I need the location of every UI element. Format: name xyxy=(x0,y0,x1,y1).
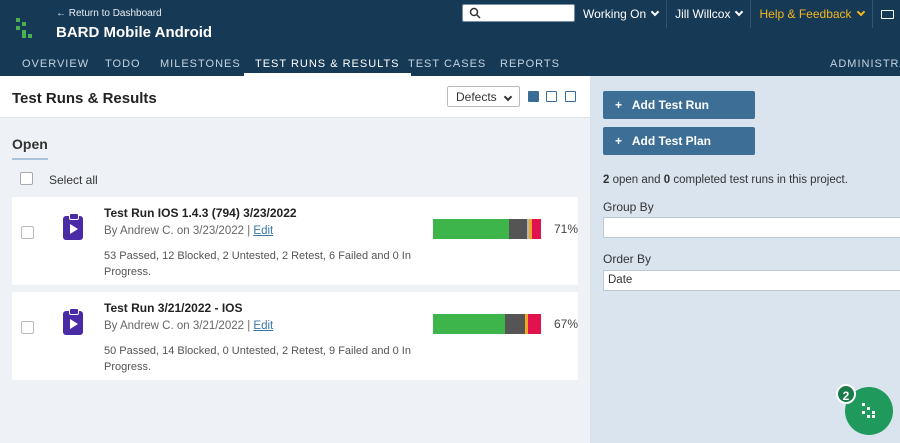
progress-segment-passed xyxy=(433,314,505,334)
messages-button[interactable] xyxy=(873,0,900,28)
test-run-edit-link[interactable]: Edit xyxy=(253,225,273,237)
page-title: Test Runs & Results xyxy=(12,90,157,107)
chat-logo-icon xyxy=(862,403,878,419)
test-run-icon xyxy=(63,308,83,335)
project-title: BARD Mobile Android xyxy=(56,24,213,41)
page-header: Test Runs & Results Defects xyxy=(0,76,590,118)
working-on-menu[interactable]: Working On xyxy=(575,0,668,28)
section-open-heading: Open xyxy=(12,136,48,160)
order-by-select[interactable]: Date xyxy=(603,270,900,291)
user-menu[interactable]: Jill Willcox xyxy=(667,0,752,28)
test-run-edit-link[interactable]: Edit xyxy=(253,320,273,332)
main-panel: Test Runs & Results Defects Open Select … xyxy=(0,76,590,443)
chevron-down-icon xyxy=(735,7,744,17)
test-run-summary: 50 Passed, 14 Blocked, 0 Untested, 2 Ret… xyxy=(104,345,411,373)
progress-segment-failed xyxy=(532,219,541,239)
progress-segment-blocked xyxy=(509,219,527,239)
test-run-author-date: By Andrew C. on 3/23/2022 xyxy=(104,225,245,237)
view-compact-icon[interactable] xyxy=(546,91,557,102)
defects-select[interactable]: Defects xyxy=(447,86,520,107)
user-name: Jill Willcox xyxy=(675,7,731,21)
chevron-down-icon xyxy=(650,7,660,17)
chevron-down-icon xyxy=(503,92,513,102)
add-test-run-button[interactable]: + Add Test Run xyxy=(603,91,755,119)
defects-select-value: Defects xyxy=(456,90,497,104)
tab-overview[interactable]: OVERVIEW xyxy=(22,52,89,76)
order-by-label: Order By xyxy=(603,252,652,266)
select-all-label[interactable]: Select all xyxy=(49,173,98,187)
progress-segment-failed xyxy=(528,314,541,334)
test-run-progress-bar xyxy=(433,314,541,334)
test-run-icon xyxy=(63,213,83,240)
plus-icon: + xyxy=(615,134,623,148)
test-run-row: Test Run 3/21/2022 - IOS By Andrew C. on… xyxy=(12,292,578,380)
testrail-logo-icon[interactable] xyxy=(16,18,36,38)
test-run-checkbox[interactable] xyxy=(21,226,34,239)
mail-icon xyxy=(880,9,894,19)
open-count: 2 xyxy=(603,174,610,186)
project-tabs: OVERVIEW TODO MILESTONES TEST RUNS & RES… xyxy=(0,52,900,76)
working-on-label: Working On xyxy=(583,7,647,21)
tab-test-runs-results[interactable]: TEST RUNS & RESULTS xyxy=(244,52,411,76)
test-run-percent: 67% xyxy=(554,317,579,331)
view-details-icon[interactable] xyxy=(565,91,576,102)
top-header: ← Return to Dashboard BARD Mobile Androi… xyxy=(0,0,900,52)
tab-reports[interactable]: REPORTS xyxy=(500,52,560,76)
progress-segment-passed xyxy=(433,219,510,239)
select-all-checkbox[interactable] xyxy=(20,172,33,185)
project-run-status: 2 open and 0 completed test runs in this… xyxy=(603,174,848,186)
test-run-author-date: By Andrew C. on 3/21/2022 xyxy=(104,320,245,332)
search-icon xyxy=(469,7,481,19)
tab-milestones[interactable]: MILESTONES xyxy=(160,52,241,76)
add-test-run-label: Add Test Run xyxy=(631,98,709,112)
status-text-open: open and xyxy=(612,174,661,186)
top-nav: Working On Jill Willcox Help & Feedback xyxy=(575,0,900,28)
chat-notification-badge: 2 xyxy=(836,384,856,404)
chevron-down-icon xyxy=(856,7,865,17)
tab-todo[interactable]: TODO xyxy=(105,52,141,76)
test-run-byline: By Andrew C. on 3/21/2022 | Edit xyxy=(104,320,274,332)
plus-icon: + xyxy=(615,98,623,112)
tab-test-cases[interactable]: TEST CASES xyxy=(408,52,486,76)
completed-count: 0 xyxy=(663,174,671,186)
test-run-summary: 53 Passed, 12 Blocked, 2 Untested, 2 Ret… xyxy=(104,250,411,278)
group-by-label: Group By xyxy=(603,200,654,214)
test-run-progress-bar xyxy=(433,219,541,239)
return-to-dashboard-link[interactable]: ← Return to Dashboard xyxy=(56,8,162,19)
status-text-completed: completed test runs in this project. xyxy=(673,174,848,186)
help-feedback-menu[interactable]: Help & Feedback xyxy=(751,0,873,28)
test-run-byline: By Andrew C. on 3/23/2022 | Edit xyxy=(104,225,274,237)
test-run-checkbox[interactable] xyxy=(21,321,34,334)
view-grouped-icon[interactable] xyxy=(528,91,539,102)
search-input[interactable] xyxy=(462,4,575,22)
test-run-title[interactable]: Test Run 3/21/2022 - IOS xyxy=(104,301,243,315)
tab-administration[interactable]: ADMINISTRAT xyxy=(830,52,900,76)
test-run-title[interactable]: Test Run IOS 1.4.3 (794) 3/23/2022 xyxy=(104,206,297,220)
help-feedback-label: Help & Feedback xyxy=(759,7,852,21)
add-test-plan-button[interactable]: + Add Test Plan xyxy=(603,127,755,155)
test-run-row: Test Run IOS 1.4.3 (794) 3/23/2022 By An… xyxy=(12,197,578,285)
group-by-select[interactable] xyxy=(603,217,900,238)
progress-segment-blocked xyxy=(504,314,526,334)
add-test-plan-label: Add Test Plan xyxy=(631,134,712,148)
test-run-percent: 71% xyxy=(554,222,579,236)
